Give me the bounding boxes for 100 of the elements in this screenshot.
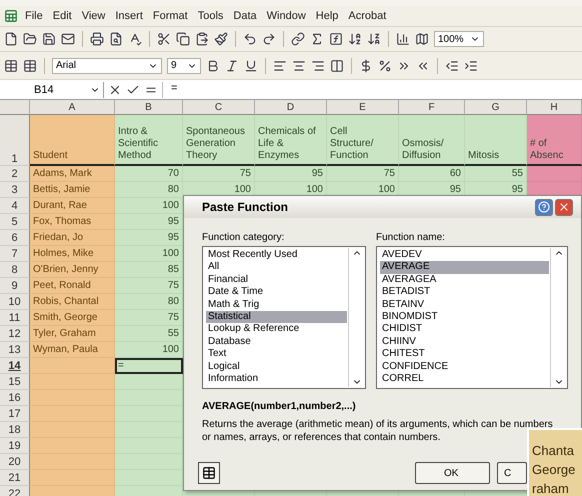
row-header[interactable]: 21	[0, 470, 30, 486]
table-cell[interactable]	[30, 438, 115, 454]
table-cell[interactable]: 80	[115, 182, 183, 198]
row-header[interactable]: 14	[0, 358, 30, 374]
row-header[interactable]: 9	[0, 278, 30, 294]
table-cell[interactable]	[115, 438, 183, 454]
table-cell[interactable]: Friedan, Jo	[30, 230, 115, 246]
table-cell[interactable]: Fox, Thomas	[30, 214, 115, 230]
decrease-indent-icon[interactable]	[445, 58, 459, 72]
sum-icon[interactable]	[310, 32, 324, 46]
table-cell[interactable]: Tyler, Graham	[30, 326, 115, 342]
list-item[interactable]: AVEDEV	[380, 249, 549, 262]
column-header[interactable]: B	[115, 100, 183, 115]
row-header[interactable]: 7	[0, 246, 30, 262]
menu-item[interactable]: Tools	[194, 10, 226, 22]
row-header[interactable]: 19	[0, 438, 30, 454]
bold-icon[interactable]	[206, 58, 220, 72]
menu-item[interactable]: Insert	[112, 10, 146, 22]
table-cell[interactable]	[115, 374, 183, 390]
name-box[interactable]: B14	[4, 82, 104, 98]
list-item[interactable]: Statistical	[206, 311, 347, 324]
row-header[interactable]: 15	[0, 374, 30, 390]
table-cell[interactable]: 75	[115, 310, 183, 326]
formula-field[interactable]: =	[162, 82, 578, 98]
list-item[interactable]: Logical	[206, 360, 347, 374]
menu-item[interactable]: Window	[264, 10, 309, 22]
save-icon[interactable]	[42, 32, 56, 46]
currency-icon[interactable]	[359, 58, 373, 72]
italic-icon[interactable]	[225, 58, 239, 72]
new-file-icon[interactable]	[4, 32, 18, 46]
menu-item[interactable]: Acrobat	[345, 10, 390, 22]
column-header[interactable]: F	[399, 100, 465, 115]
table-cell[interactable]	[30, 454, 115, 470]
column-header[interactable]: C	[183, 100, 255, 115]
table-cell[interactable]: 95	[255, 166, 327, 182]
list-item[interactable]: CONFIDENCE	[380, 360, 549, 374]
align-left-icon[interactable]	[273, 58, 287, 72]
table-cell[interactable]: 60	[399, 166, 465, 182]
table-cell[interactable]	[115, 470, 183, 486]
list-item[interactable]: Database	[206, 336, 347, 348]
table-cell[interactable]	[30, 422, 115, 438]
column-header[interactable]: D	[255, 100, 327, 115]
column-header[interactable]: H	[527, 100, 582, 115]
cancel-button[interactable]: C	[497, 462, 527, 484]
table-cell[interactable]: 55	[465, 166, 527, 182]
table-cell[interactable]: =	[115, 358, 183, 374]
list-item[interactable]: CORREL	[380, 373, 549, 386]
close-button[interactable]	[555, 198, 573, 216]
menu-item[interactable]: View	[78, 10, 108, 22]
row-header[interactable]: 1	[0, 115, 30, 166]
row-header[interactable]: 5	[0, 214, 30, 230]
row-header[interactable]: 6	[0, 230, 30, 246]
map-icon[interactable]	[415, 32, 429, 46]
table-cell[interactable]: 80	[115, 294, 183, 310]
table-cell[interactable]	[527, 166, 582, 182]
hyperlink-icon[interactable]	[291, 32, 305, 46]
list-item[interactable]: Date & Time	[206, 286, 347, 299]
menu-item[interactable]: File	[22, 10, 46, 22]
menu-item[interactable]: Help	[312, 10, 342, 22]
table-cell[interactable]	[115, 390, 183, 406]
row-header[interactable]: 16	[0, 390, 30, 406]
table-cell[interactable]: Smith, George	[30, 310, 115, 326]
table-cell[interactable]	[30, 390, 115, 406]
list-item[interactable]: CHIINV	[380, 336, 549, 348]
copy-icon[interactable]	[176, 32, 190, 46]
format-painter-icon[interactable]	[214, 32, 228, 46]
row-header[interactable]: 12	[0, 326, 30, 342]
office-assistant-button[interactable]	[198, 462, 220, 484]
sort-ascending-icon[interactable]	[348, 32, 362, 46]
function-icon[interactable]	[329, 32, 343, 46]
table-cell[interactable]: 75	[327, 166, 399, 182]
row-header[interactable]: 3	[0, 182, 30, 198]
menu-item[interactable]: Edit	[50, 10, 75, 22]
table-cell[interactable]: 100	[115, 198, 183, 214]
table-cell[interactable]: Bettis, Jamie	[30, 182, 115, 198]
row-header[interactable]: 17	[0, 406, 30, 422]
table-cell[interactable]: Wyman, Paula	[30, 342, 115, 358]
spelling-icon[interactable]	[128, 32, 142, 46]
list-item[interactable]: Lookup & Reference	[206, 323, 347, 336]
row-header[interactable]: 11	[0, 310, 30, 326]
list-item[interactable]: Information	[206, 373, 347, 386]
table-cell[interactable]: Holmes, Mike	[30, 246, 115, 262]
list-item[interactable]: BETAINV	[380, 298, 549, 312]
align-right-icon[interactable]	[311, 58, 325, 72]
row-header[interactable]: 13	[0, 342, 30, 358]
cut-icon[interactable]	[157, 32, 171, 46]
print-icon[interactable]	[90, 32, 104, 46]
table-cell[interactable]: 75	[115, 278, 183, 294]
list-item[interactable]: CHIDIST	[380, 323, 549, 336]
row-header[interactable]: 10	[0, 294, 30, 310]
list-item[interactable]: Most Recently Used	[206, 249, 347, 262]
row-header[interactable]: 2	[0, 166, 30, 182]
table-cell[interactable]	[115, 406, 183, 422]
table-cell[interactable]: Durant, Rae	[30, 198, 115, 214]
list-item[interactable]: CHITEST	[380, 348, 549, 361]
font-size-dropdown[interactable]: 9	[167, 58, 201, 74]
table-icon[interactable]	[23, 58, 37, 72]
increase-indent-icon[interactable]	[464, 58, 478, 72]
table-cell[interactable]	[30, 406, 115, 422]
ok-button[interactable]: OK	[415, 462, 490, 484]
